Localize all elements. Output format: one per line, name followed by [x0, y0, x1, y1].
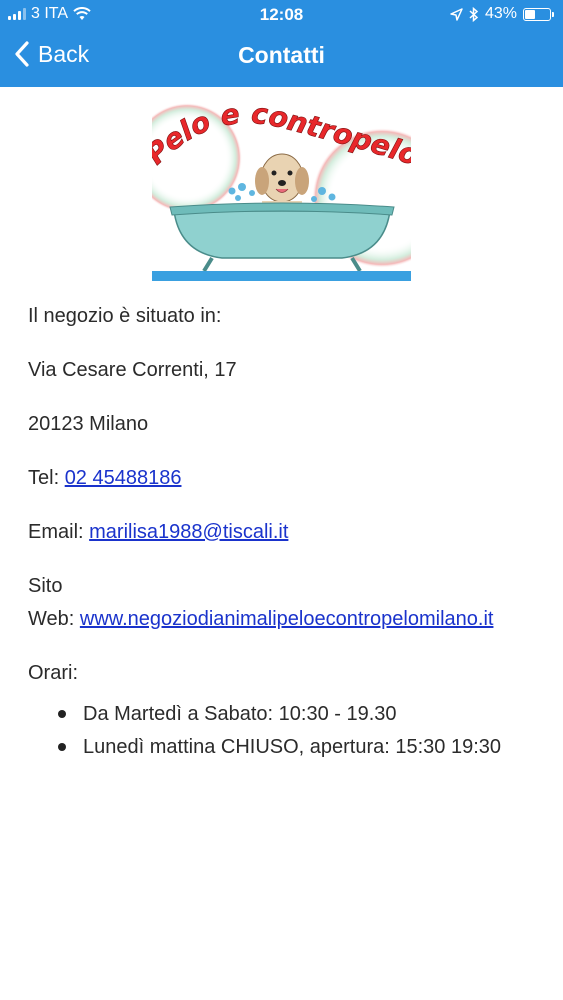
navigation-bar: Back Contatti — [0, 28, 563, 87]
website-label-line2: Web: — [28, 608, 80, 630]
address-city: 20123 Milano — [28, 413, 149, 435]
website-label-line1: Sito — [28, 575, 63, 597]
battery-icon — [523, 7, 554, 21]
location-arrow-icon — [450, 7, 463, 21]
status-bar: 3 ITA 12:08 43% — [0, 0, 563, 28]
bluetooth-icon — [469, 6, 479, 22]
battery-percent: 43% — [484, 5, 517, 22]
email-link[interactable]: marilisa1988@tiscali.it — [89, 521, 288, 543]
contact-content: Il negozio è situato in: Via Cesare Corr… — [28, 300, 543, 764]
hours-item: Da Martedì a Sabato: 10:30 - 19.30 — [54, 698, 543, 731]
website-link[interactable]: www.negoziodianimalipeloecontropelomilan… — [80, 608, 494, 630]
tel-row: Tel: 02 45488186 — [28, 462, 543, 495]
location-intro: Il negozio è situato in: — [28, 305, 222, 327]
hours-list: Da Martedì a Sabato: 10:30 - 19.30 Luned… — [28, 698, 543, 764]
shop-logo: Pelo e contropelo — [152, 103, 411, 281]
hours-item: Lunedì mattina CHIUSO, apertura: 15:30 1… — [54, 731, 543, 764]
website-row: Sito Web: www.negoziodianimalipeloecontr… — [28, 570, 543, 636]
shop-logo-image: Pelo e contropelo — [152, 103, 411, 281]
page-title: Contatti — [238, 42, 325, 68]
battery-fill — [525, 9, 536, 19]
hours-label: Orari: — [28, 662, 78, 684]
email-label: Email: — [28, 521, 90, 543]
tel-link[interactable]: 02 45488186 — [65, 467, 182, 489]
top-bar: 3 ITA 12:08 43% Back Contatti — [0, 0, 563, 87]
address-street: Via Cesare Correnti, 17 — [28, 359, 237, 381]
tel-label: Tel: — [28, 467, 65, 489]
email-row: Email: marilisa1988@tiscali.it — [28, 516, 543, 549]
